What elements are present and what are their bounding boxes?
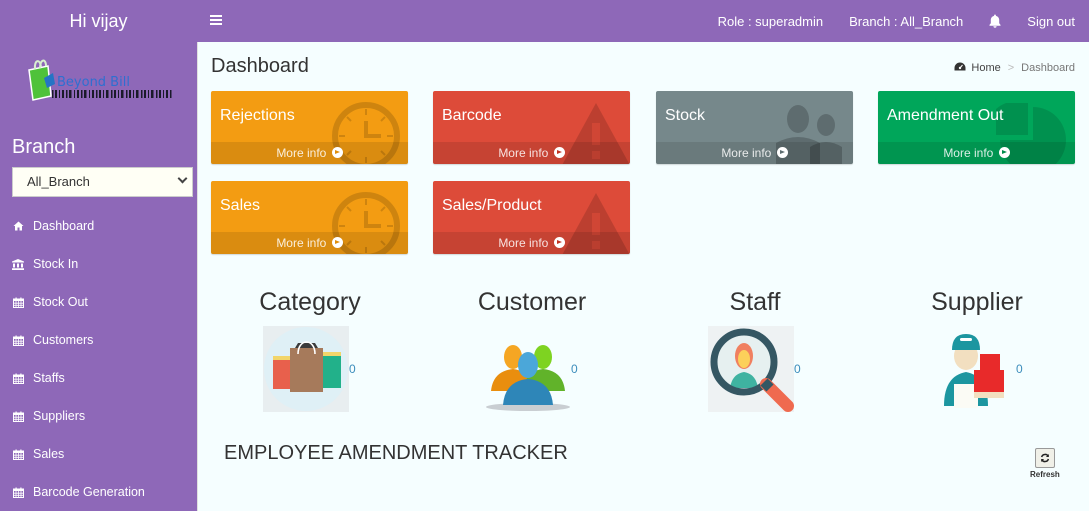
tile-title: Stock — [665, 107, 706, 124]
sidebar-item-staffs[interactable]: Staffs — [0, 359, 197, 397]
supplier-delivery-icon[interactable] — [930, 328, 1016, 414]
svg-text:Beyond Bill: Beyond Bill — [57, 75, 130, 90]
stat-customer: Customer — [432, 288, 632, 317]
calendar-icon — [12, 410, 24, 422]
main-content: Dashboard Home > Dashboard Rejections Mo… — [197, 42, 1089, 511]
sidebar-item-label: Sales — [33, 447, 65, 461]
arrow-circle-right-icon — [998, 147, 1010, 158]
stat-supplier: Supplier — [877, 288, 1077, 317]
sidebar-item-label: Barcode Generation — [33, 485, 145, 499]
more-info-link[interactable]: More info — [211, 232, 408, 254]
sidebar-item-sales[interactable]: Sales — [0, 435, 197, 473]
chevron-down-icon — [177, 173, 188, 184]
sidebar-item-label: Dashboard — [33, 219, 95, 233]
arrow-circle-right-icon — [553, 237, 565, 248]
home-icon — [12, 220, 24, 232]
stat-title: Staff — [729, 288, 781, 316]
supplier-count: 0 — [1016, 362, 1023, 376]
tile-amendment-out[interactable]: Amendment Out More info — [878, 91, 1075, 164]
sidebar-nav: Dashboard Stock In Stock Out Customers S… — [0, 207, 197, 511]
tile-title: Barcode — [442, 107, 502, 124]
branch-label: Branch : All_Branch — [849, 13, 964, 29]
role-label: Role : superadmin — [717, 13, 824, 29]
staff-count: 0 — [794, 362, 801, 376]
stat-title: Category — [259, 288, 361, 316]
branch-heading: Branch — [12, 136, 76, 158]
customer-count: 0 — [571, 362, 578, 376]
breadcrumb: Home > Dashboard — [954, 62, 1075, 74]
more-info-link[interactable]: More info — [211, 142, 408, 164]
bell-notification-icon[interactable] — [989, 14, 1001, 28]
category-count: 0 — [349, 362, 356, 376]
arrow-circle-right-icon — [776, 147, 788, 158]
staff-search-icon[interactable] — [708, 326, 794, 412]
arrow-circle-right-icon — [331, 237, 343, 248]
sidebar-item-label: Stock In — [33, 257, 79, 271]
calendar-icon — [12, 334, 24, 346]
tile-barcode[interactable]: Barcode More info — [433, 91, 630, 164]
sign-out-link[interactable]: Sign out — [1027, 14, 1075, 29]
sidebar-item-label: Suppliers — [33, 409, 86, 423]
tile-rejections[interactable]: Rejections More info — [211, 91, 408, 164]
sidebar: Beyond Bill Branch All_Branch Dashboard — [0, 42, 197, 511]
breadcrumb-home-link[interactable]: Home — [971, 62, 1000, 74]
stat-staff: Staff — [655, 288, 855, 317]
beyond-bill-logo: Beyond Bill — [26, 52, 176, 102]
employee-amendment-tracker-heading: EMPLOYEE AMENDMENT TRACKER — [224, 442, 568, 464]
tile-sales-product[interactable]: Sales/Product More info — [433, 181, 630, 254]
breadcrumb-separator: > — [1007, 62, 1015, 74]
breadcrumb-current: Dashboard — [1021, 62, 1075, 74]
stat-title: Supplier — [931, 288, 1023, 316]
branch-select[interactable]: All_Branch — [12, 167, 193, 197]
sidebar-item-customers[interactable]: Customers — [0, 321, 197, 359]
more-info-link[interactable]: More info — [656, 142, 853, 164]
refresh-icon — [1040, 453, 1050, 463]
more-info-link[interactable]: More info — [433, 232, 630, 254]
tile-title: Sales — [220, 197, 261, 214]
stat-category: Category — [210, 288, 410, 317]
calendar-icon — [12, 486, 24, 498]
bank-icon — [12, 258, 24, 270]
page-title: Dashboard — [211, 55, 309, 77]
branch-select-value: All_Branch — [27, 174, 90, 189]
calendar-icon — [12, 296, 24, 308]
user-greeting: Hi vijay — [69, 11, 128, 31]
sidebar-item-barcode-generation[interactable]: Barcode Generation — [0, 473, 197, 511]
sidebar-item-dashboard[interactable]: Dashboard — [0, 207, 197, 245]
arrow-circle-right-icon — [553, 147, 565, 158]
tile-stock[interactable]: Stock More info — [656, 91, 853, 164]
arrow-circle-right-icon — [331, 147, 343, 158]
refresh-label: Refresh — [1030, 470, 1060, 479]
more-info-link[interactable]: More info — [433, 142, 630, 164]
sidebar-item-suppliers[interactable]: Suppliers — [0, 397, 197, 435]
sidebar-item-label: Staffs — [33, 371, 65, 385]
tile-title: Sales/Product — [442, 197, 542, 214]
refresh-button[interactable]: Refresh — [1030, 448, 1060, 479]
shopping-bags-icon[interactable] — [263, 326, 349, 412]
calendar-icon — [12, 372, 24, 384]
tile-sales[interactable]: Sales More info — [211, 181, 408, 254]
tile-title: Amendment Out — [887, 107, 1004, 124]
sidebar-item-label: Stock Out — [33, 295, 88, 309]
sidebar-item-label: Customers — [33, 333, 94, 347]
calendar-icon — [12, 448, 24, 460]
customers-group-icon[interactable] — [485, 332, 571, 418]
top-navbar: Hi vijay Role : superadmin Branch : All_… — [0, 0, 1089, 42]
more-info-link[interactable]: More info — [878, 142, 1075, 164]
sidebar-item-stock-in[interactable]: Stock In — [0, 245, 197, 283]
sidebar-toggle-menu-icon[interactable] — [210, 15, 222, 25]
tile-title: Rejections — [220, 107, 295, 124]
dashboard-gauge-icon — [954, 62, 966, 74]
sidebar-item-stock-out[interactable]: Stock Out — [0, 283, 197, 321]
stat-title: Customer — [477, 288, 587, 316]
